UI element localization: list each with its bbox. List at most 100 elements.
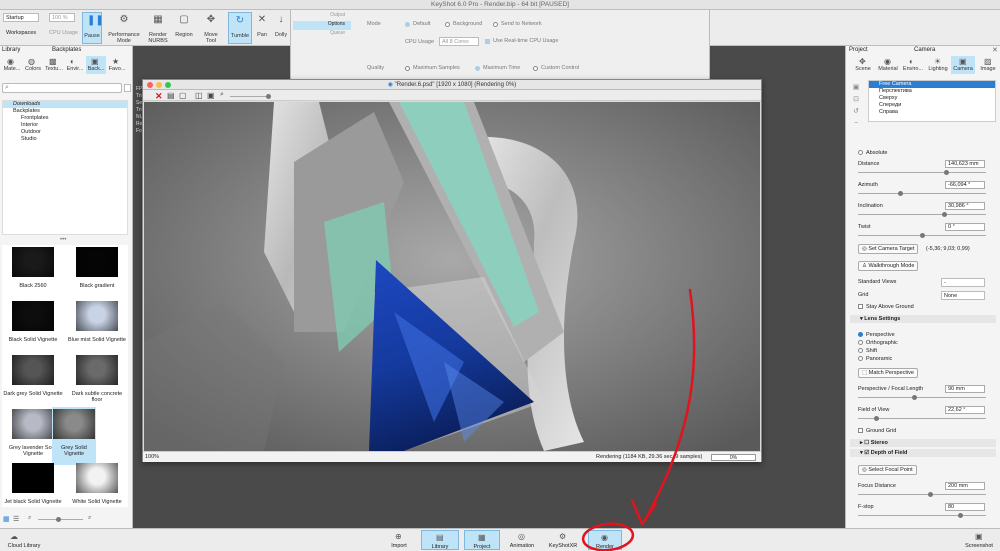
camera-item-front[interactable]: Спереди (869, 102, 995, 109)
camera-lock-icon[interactable]: ⊡ (851, 94, 861, 106)
crop-icon[interactable]: ▢ (179, 91, 187, 100)
project-button[interactable]: ▦ Project (464, 530, 500, 550)
select-focal-point-button[interactable]: ◎ Select Focal Point (858, 465, 917, 475)
close-panel-icon[interactable]: ✕ (992, 46, 998, 54)
tab-favorites[interactable]: ★ Favo... (107, 56, 127, 74)
thumb-white-solid[interactable]: White Solid Vignette (66, 461, 128, 507)
camera-add-icon[interactable]: ▣ (851, 82, 861, 94)
set-camera-target-button[interactable]: ◎ Set Camera Target (858, 244, 919, 254)
dolly-button[interactable]: ↓ Dolly (272, 12, 290, 44)
thumb-dark-concrete[interactable]: Dark subtle concrete floor (66, 353, 128, 411)
thumb-black-gradient[interactable]: Black gradient (66, 245, 128, 303)
library-search-input[interactable]: ⌕ (2, 83, 122, 93)
move-tool-button[interactable]: ✥ Move Tool (199, 12, 223, 45)
realtime-checkbox[interactable] (485, 39, 490, 44)
tab-image[interactable]: ▨ Image (976, 56, 1000, 74)
tree-item-studio[interactable]: Studio (3, 136, 127, 143)
absolute-radio[interactable] (858, 150, 863, 155)
twist-field[interactable]: 0 ° (945, 223, 985, 231)
close-dot[interactable] (147, 82, 153, 88)
quality-time-radio[interactable] (475, 66, 480, 71)
refresh-button[interactable] (124, 84, 131, 92)
performance-mode-button[interactable]: ⚙ Performance Mode (105, 12, 143, 45)
tab-lighting[interactable]: ☀ Lighting (926, 56, 950, 74)
camera-remove-icon[interactable]: − (851, 118, 861, 130)
tab-materials[interactable]: ◉ Mate... (2, 56, 22, 74)
quality-samples-radio[interactable] (405, 66, 410, 71)
animation-button[interactable]: ◎ Animation (506, 530, 538, 550)
thumb-dark-grey[interactable]: Dark grey Solid Vignette (2, 353, 64, 411)
thumb-size-slider[interactable] (38, 517, 83, 522)
perspective-radio[interactable] (858, 332, 863, 337)
tab-output[interactable]: Output (293, 12, 351, 21)
tree-item-downloads[interactable]: Downloads (3, 101, 127, 108)
render-zoom-slider[interactable] (230, 94, 271, 99)
pause-button[interactable]: ❚❚ Pause (82, 12, 104, 44)
pan-button[interactable]: ✕ Pan (253, 12, 271, 44)
cores-select[interactable]: All 8 Cores (439, 37, 479, 46)
standard-views-select[interactable]: - (941, 278, 985, 287)
distance-slider[interactable] (858, 170, 986, 175)
stop-render-icon[interactable]: ✕ (155, 91, 163, 102)
fov-slider[interactable] (858, 416, 986, 421)
azimuth-field[interactable]: -66,094 ° (945, 181, 985, 189)
depth-of-field-header[interactable]: ▾ ☑ Depth of Field (850, 449, 996, 457)
tab-material[interactable]: ◉ Material (876, 56, 900, 74)
actual-size-icon[interactable]: ▣ (207, 91, 215, 100)
walkthrough-mode-button[interactable]: ♙ Walkthrough Mode (858, 261, 919, 271)
mode-default-radio[interactable] (405, 22, 410, 27)
distance-field[interactable]: 140,623 mm (945, 160, 985, 168)
camera-item-top[interactable]: Сверху (869, 95, 995, 102)
ground-grid-checkbox[interactable] (858, 428, 863, 433)
tab-backplates[interactable]: ▣ Back... (86, 56, 106, 74)
camera-item-perspective[interactable]: Перспектива (869, 88, 995, 95)
focus-distance-slider[interactable] (858, 492, 986, 497)
camera-item-free[interactable]: Free Camera (869, 81, 995, 88)
region-button[interactable]: ▢ Region (172, 12, 196, 44)
camera-item-right[interactable]: Справа (869, 109, 995, 116)
stay-above-ground-checkbox[interactable] (858, 304, 863, 309)
tree-item-outdoor[interactable]: Outdoor (3, 129, 127, 136)
inclination-slider[interactable] (858, 212, 986, 217)
keyshotxr-button[interactable]: ⚙ KeyShotXR (546, 530, 580, 550)
orthographic-radio[interactable] (858, 340, 863, 345)
tree-item-interior[interactable]: Interior (3, 122, 127, 129)
thumb-black-2560[interactable]: Black 2560 (2, 245, 64, 303)
mode-network-radio[interactable] (493, 22, 498, 27)
import-button[interactable]: ⊕ Import (386, 530, 412, 550)
shift-radio[interactable] (858, 348, 863, 353)
cpu-select[interactable]: 100 % (49, 13, 75, 22)
grid-select[interactable]: None (941, 291, 985, 300)
splitter-handle[interactable]: ••• (60, 237, 66, 243)
thumb-jet-black[interactable]: Jet black Solid Vignette (2, 461, 64, 507)
cloud-library-button[interactable]: ☁ Cloud Library (2, 530, 46, 550)
quality-custom-radio[interactable] (533, 66, 538, 71)
thumb-black-solid-vignette[interactable]: Black Solid Vignette (2, 299, 64, 357)
azimuth-slider[interactable] (858, 191, 986, 196)
zoom-dot[interactable] (165, 82, 171, 88)
fstop-slider[interactable] (858, 513, 986, 518)
thumb-grey-solid[interactable]: Grey Solid Vignette (52, 407, 96, 465)
tab-textures[interactable]: ▩ Textu... (44, 56, 64, 74)
tab-queue[interactable]: Queue (293, 30, 351, 39)
fstop-field[interactable]: 80 (945, 503, 985, 511)
tab-environment[interactable]: ◐ Enviro... (901, 56, 925, 74)
focal-length-field[interactable]: 90 mm (945, 385, 985, 393)
tab-colors[interactable]: ◍ Colors (23, 56, 43, 74)
render-nurbs-button[interactable]: ▦ Render NURBS (145, 12, 171, 45)
mode-background-radio[interactable] (445, 22, 450, 27)
library-button[interactable]: ▤ Library (421, 530, 459, 550)
twist-slider[interactable] (858, 233, 986, 238)
match-perspective-button[interactable]: ⬚ Match Perspective (858, 368, 918, 378)
fit-icon[interactable]: ◫ (195, 91, 203, 100)
focal-length-slider[interactable] (858, 395, 986, 400)
tree-item-frontplates[interactable]: Frontplates (3, 115, 127, 122)
save-icon[interactable]: ▤ (167, 91, 175, 100)
tab-options[interactable]: Options (293, 21, 351, 30)
tab-scene[interactable]: ✥ Scene (851, 56, 875, 74)
fov-field[interactable]: 22,62 ° (945, 406, 985, 414)
grid-view-icon[interactable]: ▦ (3, 515, 10, 523)
panoramic-radio[interactable] (858, 356, 863, 361)
tree-item-backplates[interactable]: Backplates (3, 108, 127, 115)
focus-distance-field[interactable]: 200 mm (945, 482, 985, 490)
